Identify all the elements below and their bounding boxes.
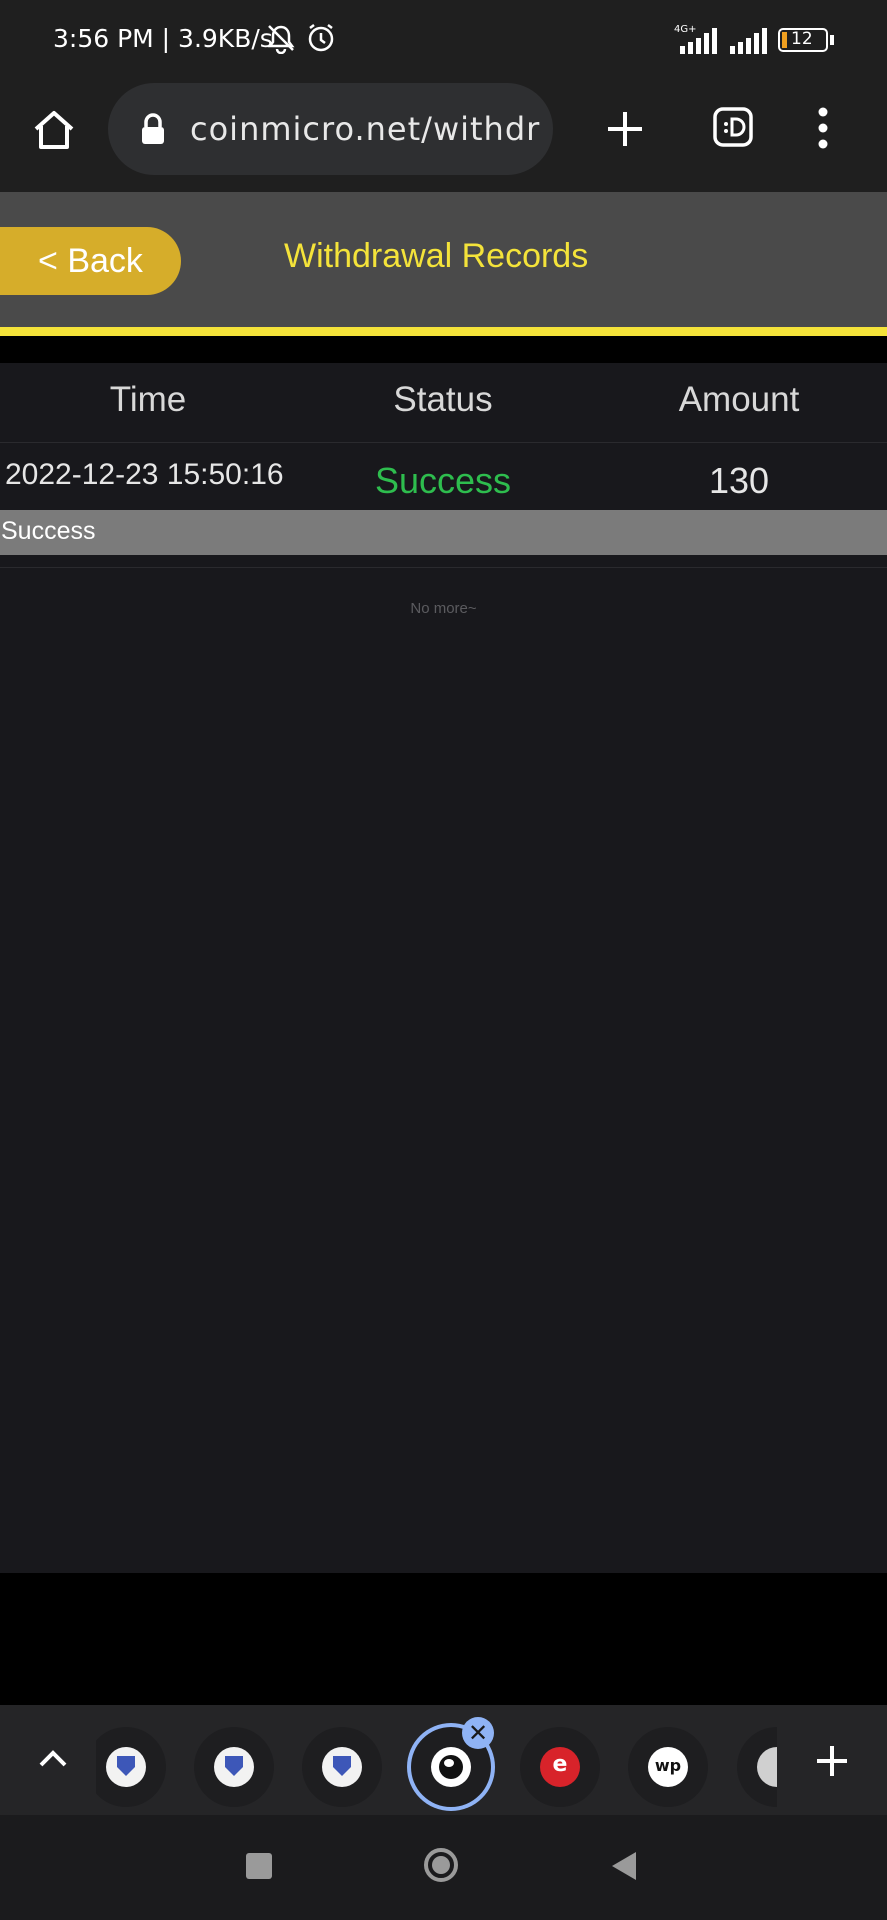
- page-title: Withdrawal Records: [284, 237, 589, 275]
- status-time: 3:56 PM | 3.9KB/s: [53, 24, 273, 53]
- home-nav-button[interactable]: [424, 1848, 458, 1882]
- row-detail-bar: [0, 510, 887, 555]
- url-text[interactable]: coinmicro.net/withdr: [190, 110, 540, 148]
- wp-favicon: wp: [648, 1747, 688, 1787]
- back-nav-icon[interactable]: [610, 1850, 638, 1882]
- e-favicon-letter: e: [552, 1752, 568, 1777]
- battery-tip: [830, 35, 834, 45]
- add-tab-icon[interactable]: [815, 1744, 849, 1778]
- cell-status: Success: [374, 460, 512, 501]
- wp-favicon-label: wp: [654, 1756, 682, 1775]
- list-end-text: No more~: [410, 600, 477, 617]
- tab-item-partial-right[interactable]: [737, 1727, 777, 1807]
- tab-item[interactable]: e: [520, 1727, 600, 1807]
- header-divider: [0, 327, 887, 336]
- partial-favicon: [757, 1747, 777, 1787]
- new-tab-icon[interactable]: [604, 108, 646, 150]
- shield-favicon: [106, 1747, 146, 1787]
- globe-favicon: [431, 1747, 471, 1787]
- signal-icon-2: [730, 28, 767, 54]
- column-header-amount: Amount: [678, 380, 800, 419]
- row-divider: [0, 442, 887, 443]
- back-button[interactable]: < Back: [0, 227, 181, 295]
- chevron-up-icon[interactable]: [38, 1747, 68, 1769]
- signal-icon: [680, 28, 717, 54]
- header-spacer: [0, 336, 887, 363]
- shield-favicon: [214, 1747, 254, 1787]
- tab-item[interactable]: [302, 1727, 382, 1807]
- lock-icon: [142, 113, 164, 144]
- home-icon[interactable]: [32, 108, 76, 152]
- battery-level: 12: [791, 29, 813, 49]
- column-header-status: Status: [393, 380, 493, 419]
- tab-switcher-icon[interactable]: [712, 106, 754, 148]
- row-detail-text: Success: [1, 517, 96, 545]
- tab-item-partial-left[interactable]: [96, 1727, 166, 1807]
- cell-amount: 130: [708, 460, 770, 501]
- close-tab-icon[interactable]: ✕: [462, 1717, 494, 1749]
- tab-item[interactable]: [194, 1727, 274, 1807]
- e-favicon: e: [540, 1747, 580, 1787]
- cell-time: 2022-12-23 15:50:16: [5, 458, 284, 491]
- battery-icon: 12: [778, 28, 828, 52]
- more-options-icon[interactable]: [815, 106, 831, 150]
- recents-button[interactable]: [246, 1853, 272, 1879]
- tab-item[interactable]: wp: [628, 1727, 708, 1807]
- alarm-icon: [308, 24, 334, 52]
- row-divider-bottom: [0, 567, 887, 568]
- blank-area: [0, 1573, 887, 1705]
- bell-off-icon: [267, 25, 295, 54]
- shield-favicon: [322, 1747, 362, 1787]
- column-header-time: Time: [109, 380, 187, 419]
